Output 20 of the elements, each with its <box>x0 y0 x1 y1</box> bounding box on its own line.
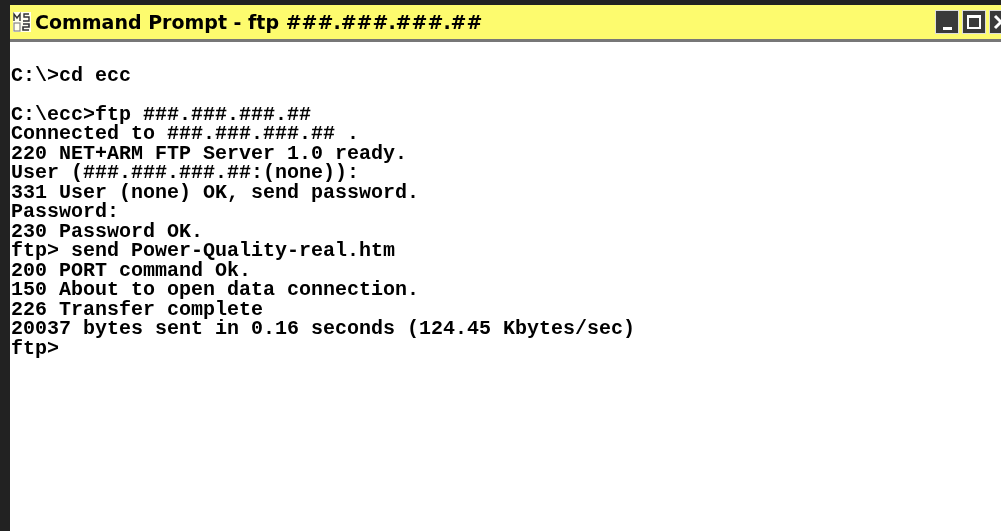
console-line: ftp> <box>11 338 59 358</box>
console-line: 331 User (none) OK, send password. <box>11 182 420 202</box>
console-line: 200 PORT command Ok. <box>11 260 252 280</box>
minimize-icon <box>942 26 952 30</box>
console-line: 220 NET+ARM FTP Server 1.0 ready. <box>11 143 408 163</box>
minimize-button[interactable] <box>935 10 959 34</box>
console-line: C:\>cd ecc <box>11 65 132 85</box>
console-line: C:\ecc>ftp ###.###.###.## <box>11 104 312 124</box>
window-title: Command Prompt - ftp ###.###.###.## <box>35 11 484 33</box>
console-line: 226 Transfer complete <box>11 299 264 319</box>
console-line: 230 Password OK. <box>11 221 204 241</box>
maximize-button[interactable] <box>962 10 986 34</box>
console-line: Connected to ###.###.###.## . <box>11 124 360 144</box>
console-line: ftp> send Power-Quality-real.htm <box>11 241 396 261</box>
maximize-icon <box>964 12 984 32</box>
console-line: 20037 bytes sent in 0.16 seconds (124.45 Kbytes/sec) <box>11 319 636 339</box>
console-line: 150 About to open data connection. <box>11 280 420 300</box>
console-line: Password: <box>11 202 120 222</box>
console-line: User (###.###.###.##:(none)): <box>11 163 360 183</box>
ms-dos-icon <box>13 11 31 33</box>
